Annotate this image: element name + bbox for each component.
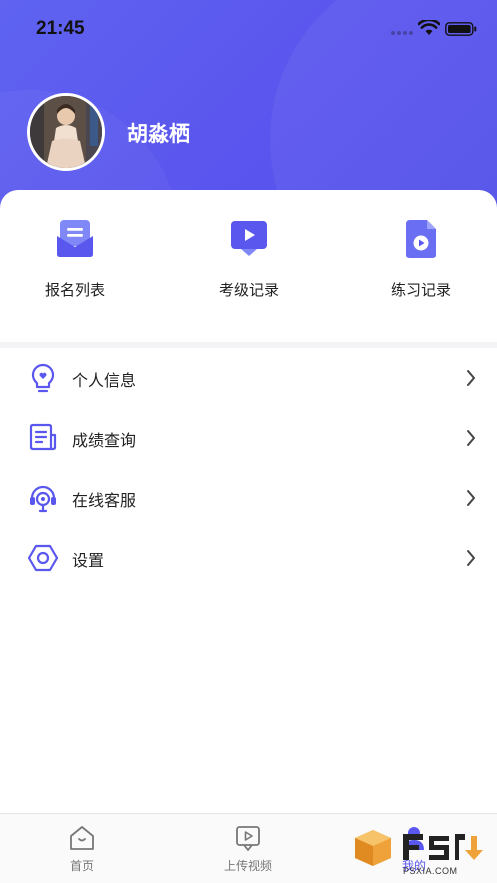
chevron-right-icon xyxy=(467,550,475,566)
battery-icon xyxy=(445,22,477,36)
wifi-icon xyxy=(418,20,440,35)
user-name: 胡淼栖 xyxy=(127,122,190,146)
signal-icon xyxy=(391,31,413,35)
document-list-icon xyxy=(29,423,57,451)
video-file-icon xyxy=(406,220,436,258)
tab-upload-video[interactable]: 上传视频 xyxy=(203,824,293,874)
headset-service-icon xyxy=(30,485,56,513)
tab-label: 首页 xyxy=(69,859,94,873)
menu-item-label: 个人信息 xyxy=(72,371,137,390)
menu-item-settings[interactable]: 设置 xyxy=(0,527,497,587)
menu-item-personal-info[interactable]: 个人信息 xyxy=(0,347,497,407)
quick-action-label: 报名列表 xyxy=(44,281,105,299)
hexagon-settings-icon xyxy=(27,544,59,572)
watermark-text: PSXIA.COM xyxy=(403,866,458,876)
avatar-photo xyxy=(30,96,102,168)
tab-label: 上传视频 xyxy=(223,859,272,873)
avatar[interactable] xyxy=(27,93,105,171)
menu-item-label: 设置 xyxy=(72,551,105,570)
quick-action-signup-list[interactable]: 报名列表 xyxy=(15,218,135,300)
lightbulb-heart-icon xyxy=(31,363,55,393)
profile-header: 21:45 胡淼栖 xyxy=(0,0,497,215)
status-time: 21:45 xyxy=(36,18,85,39)
status-bar: 21:45 xyxy=(0,0,497,58)
video-screen-icon xyxy=(231,221,267,256)
menu-item-score-query[interactable]: 成绩查询 xyxy=(0,407,497,467)
watermark-logo: PSXIA.COM xyxy=(353,822,493,880)
menu-item-label: 在线客服 xyxy=(72,491,137,510)
quick-action-grade-records[interactable]: 考级记录 xyxy=(189,218,309,300)
chevron-right-icon xyxy=(467,430,475,446)
home-icon xyxy=(70,826,94,850)
chevron-right-icon xyxy=(467,370,475,386)
watermark-graphic xyxy=(355,830,483,866)
upload-video-icon xyxy=(236,826,260,851)
menu-item-online-service[interactable]: 在线客服 xyxy=(0,467,497,527)
envelope-list-icon xyxy=(57,220,93,257)
quick-action-label: 练习记录 xyxy=(390,281,451,299)
quick-action-practice-records[interactable]: 练习记录 xyxy=(361,218,481,300)
quick-action-label: 考级记录 xyxy=(218,281,279,299)
chevron-right-icon xyxy=(467,490,475,506)
tab-home[interactable]: 首页 xyxy=(37,824,127,874)
menu-item-label: 成绩查询 xyxy=(72,431,137,450)
